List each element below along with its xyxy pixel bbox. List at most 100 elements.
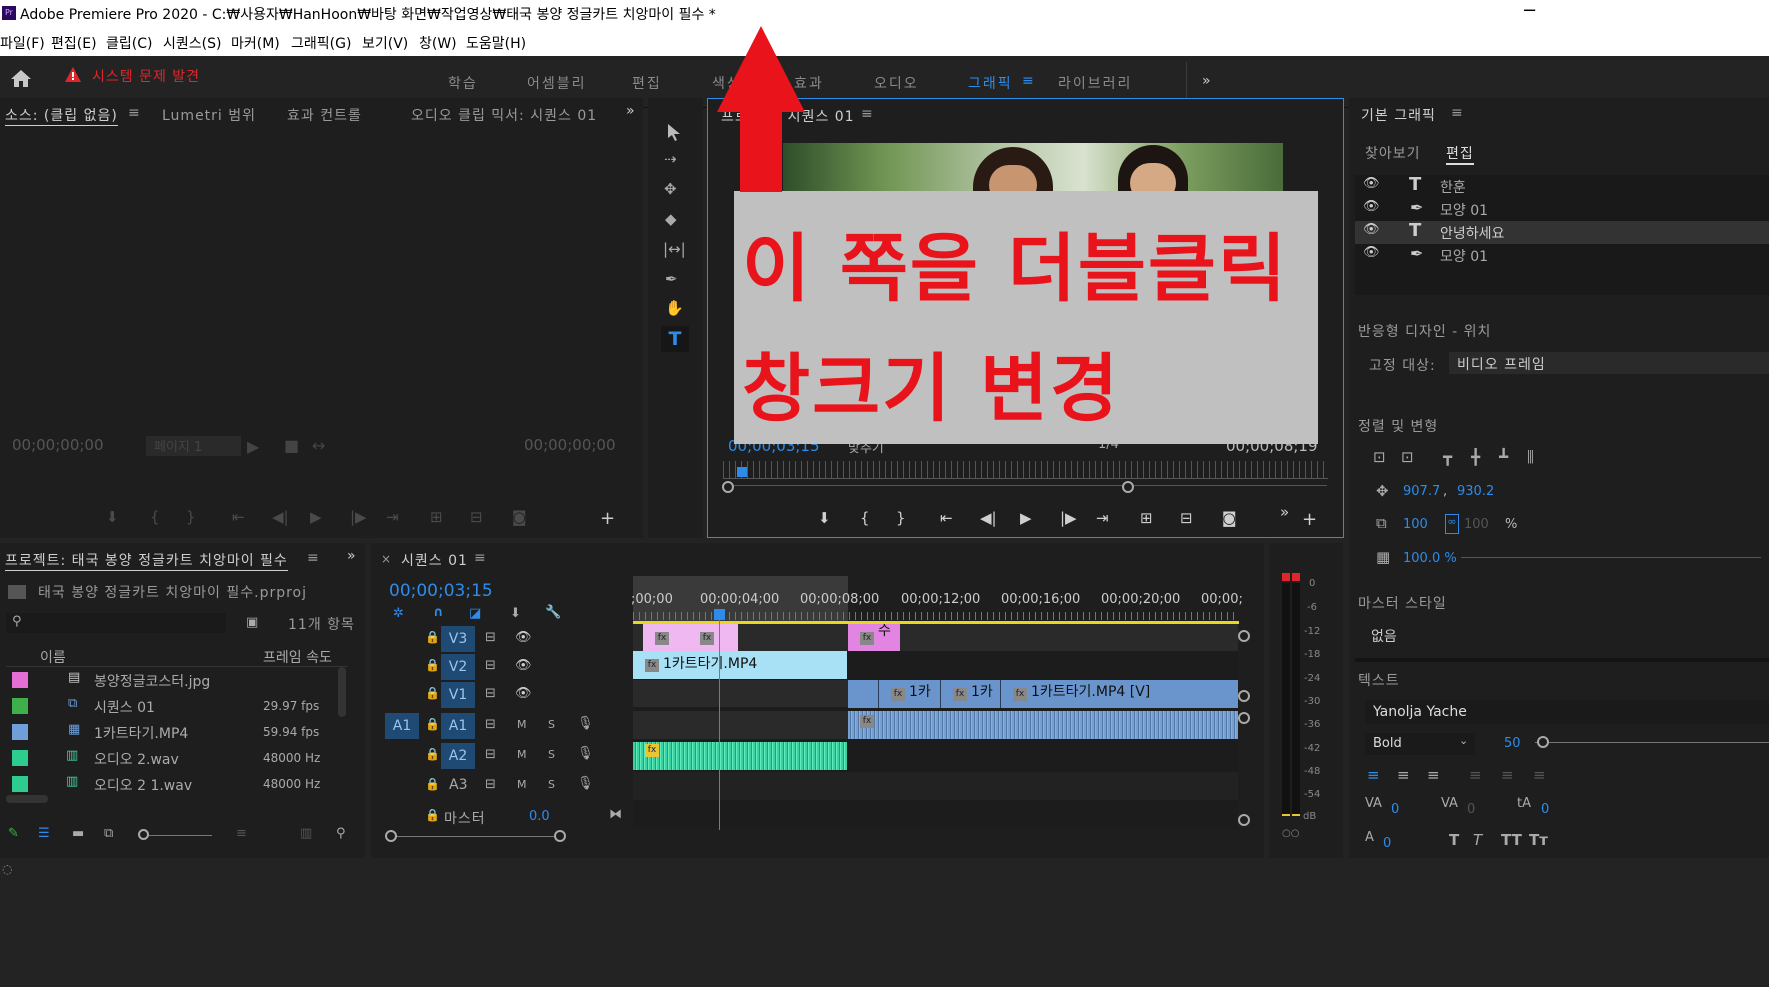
warning-icon[interactable] bbox=[64, 66, 82, 88]
zoom-handle-left[interactable] bbox=[722, 481, 734, 493]
add-marker-tl-icon[interactable]: ◪ bbox=[469, 606, 481, 621]
more-workspaces-icon[interactable]: » bbox=[1202, 73, 1213, 89]
wrench-icon[interactable]: 🔧 bbox=[545, 605, 561, 620]
menu-edit[interactable]: 편집(E) bbox=[51, 33, 97, 53]
eg-tab-browse[interactable]: 찾아보기 bbox=[1365, 143, 1421, 163]
close-tab-icon[interactable]: × bbox=[381, 552, 391, 566]
column-frame-rate[interactable]: 프레임 속도 bbox=[263, 647, 332, 667]
layer-name[interactable]: 모양 01 bbox=[1440, 246, 1488, 266]
extract-icon[interactable]: ⊟ bbox=[1180, 509, 1193, 527]
track-target-v3[interactable]: V3 bbox=[441, 626, 475, 652]
menu-help[interactable]: 도움말(H) bbox=[466, 33, 526, 53]
program-mark-in-icon[interactable]: { bbox=[860, 509, 870, 527]
timeline-zoom-handle-left[interactable] bbox=[385, 830, 397, 842]
program-tab-menu-icon[interactable]: ≡ bbox=[861, 106, 874, 122]
align-right-icon[interactable]: ≡ bbox=[1427, 766, 1440, 784]
position-x[interactable]: 907.7 bbox=[1403, 484, 1440, 499]
new-bin-icon[interactable]: ▣ bbox=[246, 615, 258, 630]
clip-a2-audio[interactable]: fx bbox=[633, 742, 847, 770]
track-target-a2[interactable]: A2 bbox=[441, 743, 475, 769]
program-step-back-icon[interactable]: ◀| bbox=[980, 509, 997, 527]
item-name[interactable]: 1카트타기.MP4 bbox=[94, 723, 188, 743]
program-go-in-icon[interactable]: ⇤ bbox=[940, 509, 953, 527]
ripple-edit-tool-icon[interactable]: ✥ bbox=[664, 180, 677, 198]
lock-icon[interactable]: 🔒 bbox=[425, 717, 440, 731]
workspace-libraries[interactable]: 라이브러리 bbox=[1058, 73, 1132, 93]
selection-tool-icon[interactable] bbox=[666, 123, 682, 145]
solo-button[interactable]: S bbox=[548, 718, 555, 731]
clip-v1-video[interactable]: fx 1카트타기.MP4 [V] bbox=[1000, 680, 1238, 708]
mute-button[interactable]: M bbox=[517, 778, 527, 791]
zoom-slider-handle[interactable] bbox=[138, 829, 149, 840]
playhead-marker[interactable] bbox=[737, 467, 747, 477]
minimize-button[interactable]: − bbox=[1522, 0, 1537, 21]
tracking-icon[interactable]: VA bbox=[1365, 796, 1382, 811]
razor-tool-icon[interactable]: ◆ bbox=[665, 210, 677, 228]
layer-row-selected[interactable]: 👁 T 안녕하세요 bbox=[1355, 220, 1769, 244]
visibility-eye-icon[interactable]: 👁 bbox=[1363, 222, 1380, 237]
clip-a1-audio[interactable]: fx bbox=[848, 711, 1238, 739]
go-to-in-icon[interactable]: ⇤ bbox=[232, 508, 245, 526]
lock-icon[interactable]: 🔒 bbox=[425, 630, 440, 644]
source-timecode-right[interactable]: 00;00;00;00 bbox=[524, 436, 616, 454]
layer-name[interactable]: 안녕하세요 bbox=[1440, 223, 1504, 243]
distribute-icon[interactable]: ⫼ bbox=[1527, 448, 1534, 466]
step-back-icon[interactable]: ◀| bbox=[272, 508, 289, 526]
track-target-a1[interactable]: A1 bbox=[441, 713, 475, 739]
clip-v3-graphic[interactable]: fx bbox=[688, 624, 738, 651]
layer-row[interactable]: 👁 ✒ 모양 01 bbox=[1355, 244, 1769, 267]
sync-lock-icon[interactable]: ⊟ bbox=[485, 777, 496, 792]
project-tab[interactable]: 프로젝트: 태국 봉양 정글카트 치앙마이 필수 bbox=[5, 550, 288, 571]
kerning-value[interactable]: 0 bbox=[1467, 802, 1475, 817]
justify-all-icon[interactable]: ≡ bbox=[1533, 766, 1546, 784]
workspace-learn[interactable]: 학습 bbox=[448, 73, 478, 93]
new-item-pen-icon[interactable]: ✎ bbox=[8, 826, 19, 841]
menu-marker[interactable]: 마커(M) bbox=[231, 33, 280, 53]
track-select-tool-icon[interactable]: ⇢ bbox=[664, 150, 677, 168]
program-go-out-icon[interactable]: ⇥ bbox=[1096, 509, 1109, 527]
track-target-v1[interactable]: V1 bbox=[441, 682, 475, 708]
align-top-icon[interactable]: ┳ bbox=[1443, 448, 1452, 466]
solo-left-icon[interactable]: ○○ bbox=[1282, 828, 1299, 839]
find-icon[interactable]: ⚲ bbox=[336, 826, 346, 841]
solo-button[interactable]: S bbox=[548, 778, 555, 791]
item-name[interactable]: 봉양정글코스터.jpg bbox=[94, 671, 210, 691]
item-name[interactable]: 오디오 2.wav bbox=[94, 749, 179, 769]
project-item-row[interactable]: ⧉ 시퀀스 01 29.97 fps bbox=[6, 693, 340, 719]
home-icon[interactable] bbox=[10, 68, 32, 88]
mark-in-icon[interactable]: { bbox=[150, 508, 160, 526]
track-target-a3[interactable]: A3 bbox=[449, 777, 467, 793]
layer-name[interactable]: 한훈 bbox=[1440, 177, 1466, 197]
sync-lock-icon[interactable]: ⊟ bbox=[485, 686, 496, 701]
clip-indicator-left[interactable] bbox=[1282, 573, 1290, 581]
baseline-value[interactable]: 0 bbox=[1383, 836, 1391, 851]
timeline-timecode[interactable]: 00;00;03;15 bbox=[389, 581, 493, 601]
icon-view-icon[interactable]: ▬ bbox=[72, 826, 84, 841]
overwrite-icon[interactable]: ⊟ bbox=[470, 508, 483, 526]
zoom-handle-right[interactable] bbox=[1122, 481, 1134, 493]
track-end-handle[interactable] bbox=[1238, 814, 1250, 826]
lock-icon[interactable]: 🔒 bbox=[425, 747, 440, 761]
track-target-v2[interactable]: V2 bbox=[441, 654, 475, 680]
menu-view[interactable]: 보기(V) bbox=[362, 33, 408, 53]
visibility-eye-icon[interactable]: 👁 bbox=[1363, 176, 1380, 191]
align-frame-icon[interactable]: ⊡ bbox=[1373, 448, 1386, 466]
leading-icon[interactable]: tA bbox=[1517, 796, 1531, 811]
lock-icon[interactable]: 🔒 bbox=[425, 808, 440, 822]
menu-file[interactable]: 파일(F) bbox=[0, 33, 45, 53]
font-size-value[interactable]: 50 bbox=[1504, 736, 1521, 751]
clip-indicator-right[interactable] bbox=[1292, 573, 1300, 581]
leading-value[interactable]: 0 bbox=[1541, 802, 1549, 817]
list-view-icon[interactable]: ☰ bbox=[38, 826, 50, 841]
track-end-handle[interactable] bbox=[1238, 690, 1250, 702]
column-name[interactable]: 이름 bbox=[40, 647, 66, 667]
sort-icon[interactable]: ≡ bbox=[236, 826, 247, 841]
workspace-assembly[interactable]: 어셈블리 bbox=[527, 73, 587, 93]
hand-tool-icon[interactable]: ✋ bbox=[665, 299, 684, 317]
program-camera-icon[interactable]: ◙ bbox=[1222, 509, 1237, 527]
program-more-icon[interactable]: » bbox=[1280, 503, 1289, 521]
layer-name[interactable]: 모양 01 bbox=[1440, 200, 1488, 220]
eg-tab-edit[interactable]: 편집 bbox=[1446, 143, 1474, 165]
zoom-bar[interactable] bbox=[722, 485, 1327, 489]
align-selection-icon[interactable]: ⊡ bbox=[1401, 448, 1414, 466]
